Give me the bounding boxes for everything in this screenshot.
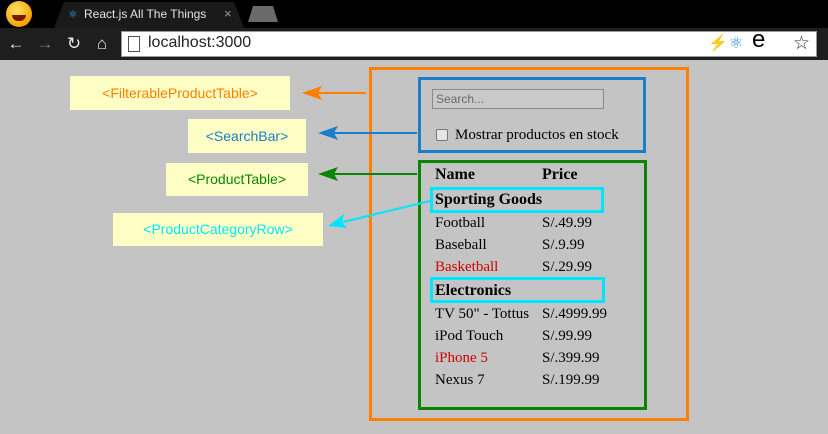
product-price: S/.4999.99 [542,306,608,322]
filterable-arrow [302,86,366,100]
product-name: Nexus 7 [435,372,485,388]
product-name: TV 50" - Tottus [435,306,530,322]
product-price: S/.9.99 [542,237,585,253]
category-row-electronics: Electronics [435,282,512,299]
in-stock-checkbox[interactable] [436,129,448,141]
searchbar-arrow [318,126,417,140]
categoryrow-arrow [328,200,431,228]
product-name: Football [435,215,486,231]
producttable-arrow [318,167,417,181]
product-name: Baseball [435,237,487,253]
in-stock-label: Mostrar productos en stock [455,127,619,143]
product-name: iPod Touch [435,328,504,344]
column-header-price: Price [542,166,578,183]
product-name-out-of-stock: iPhone 5 [435,350,488,366]
product-price: S/.99.99 [542,328,593,344]
annotation-arrows [302,86,431,228]
product-price: S/.29.99 [542,259,593,275]
product-price: S/.399.99 [542,350,600,366]
product-name-out-of-stock: Basketball [435,259,499,275]
product-price: S/.199.99 [542,372,600,388]
search-input[interactable] [432,89,604,109]
column-header-name: Name [435,166,475,183]
category-row-sporting-goods: Sporting Goods [435,191,543,208]
product-price: S/.49.99 [542,215,593,231]
